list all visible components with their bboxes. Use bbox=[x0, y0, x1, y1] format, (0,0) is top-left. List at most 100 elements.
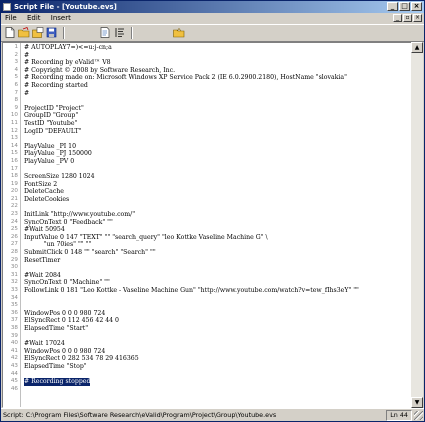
script-line[interactable]: 9 ProjectID "Project" bbox=[3, 105, 412, 113]
line-text: # bbox=[24, 89, 30, 97]
line-number: 13 bbox=[10, 135, 18, 142]
script-line[interactable]: 42 ElSyncRect 0 282 534 78 29 416365 bbox=[3, 355, 412, 363]
line-number: 16 bbox=[10, 157, 18, 164]
line-text: ProjectID "Project" bbox=[24, 104, 84, 112]
script-line[interactable]: 27 "un 70ies" "" "" bbox=[3, 241, 412, 249]
script-line[interactable]: 33 FollowLink 0 181 "Leo Kottke - Vaselin… bbox=[3, 287, 412, 295]
scroll-up-icon[interactable]: ▲ bbox=[411, 42, 423, 53]
line-text: "un 70ies" "" "" bbox=[24, 241, 92, 249]
script-line[interactable]: 45 # Recording stopped bbox=[3, 378, 412, 386]
script-line[interactable]: 6 # Recording started bbox=[3, 82, 412, 90]
script-line[interactable]: 11 TestID "Youtube" bbox=[3, 120, 412, 128]
line-number: 31 bbox=[10, 271, 18, 278]
line-text: InitLink "http://www.youtube.com/" bbox=[24, 211, 136, 219]
properties-icon[interactable] bbox=[99, 27, 111, 38]
script-line[interactable]: 18 ScreenSize 1280 1024 bbox=[3, 173, 412, 181]
script-line[interactable]: 38 ElapsedTime "Start" bbox=[3, 325, 412, 333]
script-line[interactable]: 46 bbox=[3, 386, 412, 394]
script-line[interactable]: 35 bbox=[3, 302, 412, 310]
new-file-icon[interactable] bbox=[4, 27, 16, 38]
script-line[interactable]: 31 #Wait 2084 bbox=[3, 272, 412, 280]
script-line[interactable]: 2 # bbox=[3, 52, 412, 60]
line-number: 26 bbox=[10, 233, 18, 240]
line-number: 19 bbox=[10, 180, 18, 187]
script-line[interactable]: 36 WindowPos 0 0 0 980 724 bbox=[3, 310, 412, 318]
script-line[interactable]: 3 # Recording by eValid™ V8 bbox=[3, 59, 412, 67]
line-text: SyncOnText 0 "Feedback" "" bbox=[24, 218, 113, 226]
list-view-icon[interactable] bbox=[114, 27, 126, 38]
vertical-scrollbar[interactable]: ▲ ▼ bbox=[411, 42, 423, 408]
status-bar: Script: C:\Program Files\Software Resear… bbox=[1, 408, 424, 421]
open-folder-icon[interactable] bbox=[18, 27, 30, 38]
line-text: TestID "Youtube" bbox=[24, 119, 78, 127]
script-line[interactable]: 5 # Recording made on: Microsoft Windows … bbox=[3, 74, 412, 82]
line-text: # bbox=[24, 51, 30, 59]
doc-restore-button[interactable]: ▫ bbox=[403, 14, 412, 22]
line-text: SyncOnText 0 "Machine" "" bbox=[24, 279, 110, 287]
menu-insert[interactable]: Insert bbox=[47, 13, 75, 23]
line-number: 15 bbox=[10, 150, 18, 157]
maximize-button[interactable]: □ bbox=[399, 2, 410, 11]
save-as-icon[interactable] bbox=[46, 27, 58, 38]
line-number: 36 bbox=[10, 309, 18, 316]
script-line[interactable]: 17 bbox=[3, 166, 412, 174]
script-line[interactable]: 14 PlayValue _PI 10 bbox=[3, 143, 412, 151]
line-number: 41 bbox=[10, 347, 18, 354]
script-line[interactable]: 19 FontSize 2 bbox=[3, 181, 412, 189]
script-line[interactable]: 15 PlayValue _PJ 150000 bbox=[3, 150, 412, 158]
menu-file[interactable]: File bbox=[1, 13, 21, 23]
line-number: 42 bbox=[10, 355, 18, 362]
script-line[interactable]: 10 GroupID "Group" bbox=[3, 112, 412, 120]
open-folder-2-icon[interactable] bbox=[173, 27, 185, 38]
script-line[interactable]: 30 bbox=[3, 264, 412, 272]
doc-minimize-button[interactable]: _ bbox=[393, 14, 402, 22]
script-line[interactable]: 40 #Wait 17024 bbox=[3, 340, 412, 348]
line-text: InputValue 0 147 "TEXT" "" "search_query… bbox=[24, 233, 268, 241]
script-line[interactable]: 4 # Copyright © 2008 by Software Research… bbox=[3, 67, 412, 75]
script-line[interactable]: 23 InitLink "http://www.youtube.com/" bbox=[3, 211, 412, 219]
script-line[interactable]: 22 bbox=[3, 203, 412, 211]
resize-grip-icon[interactable] bbox=[414, 411, 423, 420]
close-button[interactable]: × bbox=[411, 2, 422, 11]
menu-bar: File Edit Insert bbox=[1, 13, 424, 23]
script-line[interactable]: 39 bbox=[3, 333, 412, 341]
script-line[interactable]: 12 LogID "DEFAULT" bbox=[3, 128, 412, 136]
script-line[interactable]: 32 SyncOnText 0 "Machine" "" bbox=[3, 279, 412, 287]
line-text: GroupID "Group" bbox=[24, 112, 79, 120]
app-icon bbox=[3, 3, 11, 11]
line-number: 37 bbox=[10, 317, 18, 324]
save-icon[interactable] bbox=[32, 27, 44, 38]
script-line[interactable]: 1 # AUTOPLAY7=)<=u:j-cn;a bbox=[3, 44, 412, 52]
script-line[interactable]: 29 ResetTimer bbox=[3, 257, 412, 265]
script-line[interactable]: 16 PlayValue _PV 0 bbox=[3, 158, 412, 166]
script-line[interactable]: 34 bbox=[3, 295, 412, 303]
doc-close-button[interactable]: × bbox=[413, 14, 422, 22]
script-line[interactable]: 44 bbox=[3, 371, 412, 379]
script-line[interactable]: 43 ElapsedTime "Stop" bbox=[3, 363, 412, 371]
line-text: #Wait 17024 bbox=[24, 340, 65, 348]
script-lines: 1 # AUTOPLAY7=)<=u:j-cn;a 2 #3 # Recording b… bbox=[3, 44, 412, 393]
selected-line-text: # Recording stopped bbox=[24, 378, 91, 386]
script-line[interactable]: 8 bbox=[3, 97, 412, 105]
line-number: 3 bbox=[14, 59, 18, 66]
line-number: 22 bbox=[10, 203, 18, 210]
script-line[interactable]: 37 ElSyncRect 0 112 456 42 44 0 bbox=[3, 317, 412, 325]
script-line[interactable]: 41 WindowPos 0 0 0 980 724 bbox=[3, 348, 412, 356]
script-line[interactable]: 13 bbox=[3, 135, 412, 143]
script-line[interactable]: 21 DeleteCookies bbox=[3, 196, 412, 204]
scroll-down-icon[interactable]: ▼ bbox=[411, 397, 423, 408]
script-line[interactable]: 20 DeleteCache bbox=[3, 188, 412, 196]
script-line[interactable]: 28 SubmitClick 0 148 "" "search" "Search"… bbox=[3, 249, 412, 257]
minimize-button[interactable]: _ bbox=[387, 2, 398, 11]
script-editor[interactable]: 1 # AUTOPLAY7=)<=u:j-cn;a 2 #3 # Recording b… bbox=[2, 42, 413, 408]
line-number: 8 bbox=[14, 97, 18, 104]
line-number: 27 bbox=[10, 241, 18, 248]
title-bar[interactable]: Script File - [Youtube.evs] _ □ × bbox=[1, 1, 424, 13]
script-line[interactable]: 25 #Wait 50954 bbox=[3, 226, 412, 234]
script-line[interactable]: 24 SyncOnText 0 "Feedback" "" bbox=[3, 219, 412, 227]
line-number: 1 bbox=[14, 44, 18, 50]
line-number: 28 bbox=[10, 249, 18, 256]
script-line[interactable]: 26 InputValue 0 147 "TEXT" "" "search_que… bbox=[3, 234, 412, 242]
script-line[interactable]: 7 # bbox=[3, 90, 412, 98]
menu-edit[interactable]: Edit bbox=[23, 13, 45, 23]
